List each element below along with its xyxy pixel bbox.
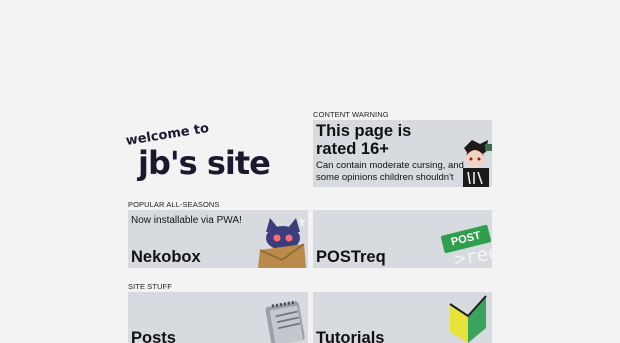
posts-card[interactable]: Posts (128, 292, 308, 343)
content-warning-card: This page is rated 16+ Can contain moder… (313, 120, 492, 187)
character-avatar-icon (463, 140, 492, 187)
tutorials-card[interactable]: Tutorials (313, 292, 492, 343)
site-logo: welcome to jb's site (125, 121, 306, 190)
logo-site-name: jb's site (138, 144, 271, 182)
content-warning-label: CONTENT WARNING (313, 110, 389, 119)
nekobox-title: Nekobox (131, 248, 201, 266)
postreq-title: POSTreq (316, 248, 386, 266)
notepad-icon (265, 300, 305, 343)
cat-box-icon (258, 216, 306, 268)
site-stuff-label: SITE STUFF (128, 282, 172, 291)
nekobox-subtitle: Now installable via PWA! (131, 215, 242, 226)
tutorials-title: Tutorials (316, 329, 385, 343)
popular-section-label: POPULAR ALL-SEASONS (128, 200, 220, 209)
nekobox-card[interactable]: Now installable via PWA! Nekobox (128, 210, 308, 268)
warning-description: Can contain moderate cursing, and some o… (316, 160, 464, 187)
posts-title: Posts (131, 329, 176, 343)
beginner-leaf-icon (449, 295, 487, 343)
warning-title: This page is rated 16+ (316, 122, 412, 158)
postreq-card[interactable]: POSTreq POST >req (313, 210, 492, 268)
